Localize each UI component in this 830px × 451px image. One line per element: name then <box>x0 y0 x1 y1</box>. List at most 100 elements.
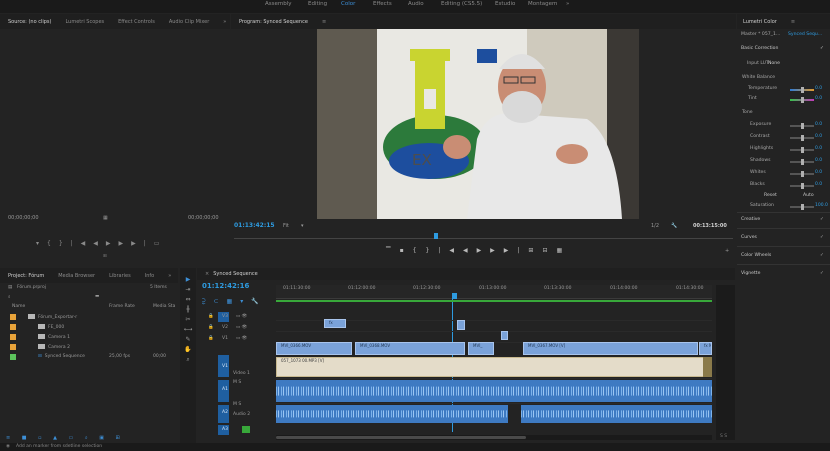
col-frame-rate[interactable]: Frame Rate <box>109 304 135 309</box>
list-item[interactable]: FE_000 <box>38 324 64 330</box>
new-bin-icon[interactable]: ▬ <box>95 294 99 299</box>
blacks-value[interactable]: 0.0 <box>815 182 822 187</box>
clip-v2[interactable] <box>457 320 465 330</box>
contrast-value[interactable]: 0.0 <box>815 134 822 139</box>
audio-track-controls[interactable]: M S <box>233 380 241 385</box>
tab-effect-controls[interactable]: Effect Controls <box>118 19 155 25</box>
sync-lock-icon[interactable] <box>242 426 250 433</box>
white-balance-header[interactable]: White Balance <box>742 75 775 80</box>
program-menu-icon[interactable]: ≡ <box>322 19 326 25</box>
workspace-montagem[interactable]: Montagem <box>528 1 557 7</box>
tab-overflow[interactable]: » <box>223 19 226 25</box>
basic-correction-header[interactable]: Basic Correction <box>741 46 778 51</box>
audio-clip-a2[interactable] <box>521 405 712 423</box>
close-icon[interactable]: × <box>205 271 209 277</box>
workspace-audio[interactable]: Audio <box>408 1 424 7</box>
fit-dropdown-icon[interactable]: ▾ <box>301 223 304 229</box>
tab-synced-sequence[interactable]: Synced Sequence <box>213 271 258 277</box>
tab-audio-clip-mixer[interactable]: Audio Clip Mixer <box>169 19 209 25</box>
add-button-icon[interactable]: + <box>725 248 729 254</box>
basic-correction-check-icon[interactable]: ✓ <box>820 46 824 51</box>
timeline-tools[interactable]: ⥻⊂▦▾🔧 <box>202 298 267 306</box>
tab-overflow[interactable]: » <box>168 273 171 279</box>
lumetri-master-label[interactable]: Master * 057_1... <box>741 32 780 37</box>
list-item[interactable]: Camera 2 <box>38 344 70 350</box>
temperature-value[interactable]: 0.0 <box>815 86 822 91</box>
track-lock-icon[interactable]: 🔒 <box>208 336 214 341</box>
shadows-value[interactable]: 0.0 <box>815 158 822 163</box>
highlights-slider[interactable] <box>790 147 814 153</box>
curves-header[interactable]: Curves <box>741 235 757 240</box>
track-v1-label[interactable]: V1 <box>222 336 228 341</box>
whites-value[interactable]: 0.0 <box>815 170 822 175</box>
whites-slider[interactable] <box>790 171 814 177</box>
track-toggle-icons[interactable]: ▭ 👁 <box>236 336 247 341</box>
audio-clip-a1[interactable] <box>276 380 712 402</box>
timeline-timecode[interactable]: 01:12:42:16 <box>202 282 249 290</box>
exposure-slider[interactable] <box>790 123 814 129</box>
clip-v1[interactable]: MVI_ <box>468 342 494 355</box>
playhead[interactable] <box>434 233 438 239</box>
tab-source[interactable]: Source: (no clips) <box>8 19 51 25</box>
creative-header[interactable]: Creative <box>741 217 760 222</box>
clip-v1[interactable]: MVI_0367.MOV [V] <box>523 342 698 355</box>
tool-selection-icon[interactable]: ▶ <box>183 274 193 285</box>
tab-media-browser[interactable]: Media Browser <box>58 273 95 279</box>
exposure-value[interactable]: 0.0 <box>815 122 822 127</box>
source-extra-icon[interactable]: ⊞ <box>103 254 107 259</box>
blacks-slider[interactable] <box>790 183 814 189</box>
program-resolution[interactable]: 1/2 <box>651 223 659 229</box>
track-a3-label[interactable]: A3 <box>222 427 228 432</box>
work-area-bar[interactable] <box>276 300 712 302</box>
tone-header[interactable]: Tone <box>742 110 753 115</box>
saturation-value[interactable]: 100.0 <box>815 203 828 208</box>
tint-value[interactable]: 0.0 <box>815 96 822 101</box>
workspace-assembly[interactable]: Assembly <box>265 1 292 7</box>
highlights-value[interactable]: 0.0 <box>815 146 822 151</box>
clip-v1[interactable]: MVI_0366.MOV <box>276 342 352 355</box>
track-a1-label[interactable]: A1 <box>222 387 228 392</box>
tint-slider[interactable] <box>790 97 814 103</box>
vignette-header[interactable]: Vignette <box>741 271 760 276</box>
meter-solo-buttons[interactable]: S S <box>720 434 727 439</box>
track-a2-label[interactable]: A2 <box>222 410 228 415</box>
scroll-thumb[interactable] <box>276 436 526 439</box>
tab-lumetri-scopes[interactable]: Lumetri Scopes <box>65 19 104 25</box>
audio-track-controls[interactable]: M S <box>233 402 241 407</box>
track-lock-icon[interactable]: 🔒 <box>208 325 214 330</box>
col-name[interactable]: Name <box>12 304 25 309</box>
color-wheels-check-icon[interactable]: ✓ <box>820 253 824 258</box>
tab-libraries[interactable]: Libraries <box>109 273 131 279</box>
program-transport-controls[interactable]: ▔▪{}|◀◀▶▶▶|⊞⊟▦ <box>386 247 571 254</box>
workspace-editing[interactable]: Editing <box>308 1 327 7</box>
temperature-slider[interactable] <box>790 87 814 93</box>
tab-lumetri-color[interactable]: Lumetri Color <box>743 19 777 25</box>
track-v2-label[interactable]: V2 <box>222 325 228 330</box>
source-transport-controls[interactable]: ▾{}|◀◀▶▶▶|▭ <box>36 240 167 247</box>
program-scrubber[interactable] <box>234 233 733 239</box>
list-item[interactable]: Camera 1 <box>38 334 70 340</box>
tools-list[interactable]: ⇥ ⇔ ╫ ✂ ⟷ ✎ ✋ ⌕ <box>183 285 193 365</box>
project-footer-tools[interactable]: ≡ ■ ▫ ▲ ▭ ⌕ ▣ ⊞ <box>6 435 125 441</box>
lumetri-sequence-label[interactable]: Synced Sequ... <box>788 32 822 37</box>
col-media-start[interactable]: Media Sta <box>153 304 175 309</box>
shadows-slider[interactable] <box>790 159 814 165</box>
saturation-slider[interactable] <box>790 204 814 210</box>
track-lock-icon[interactable]: 🔒 <box>208 314 214 319</box>
timeline-scrollbar[interactable] <box>276 435 712 440</box>
track-v1-target[interactable]: V1 <box>222 364 228 369</box>
clip-v1[interactable]: MVI_0368.MOV <box>355 342 465 355</box>
track-v3-label[interactable]: V3 <box>222 314 228 319</box>
tab-project[interactable]: Project: Fórum <box>8 273 44 279</box>
lumetri-menu-icon[interactable]: ≡ <box>791 19 795 25</box>
vignette-check-icon[interactable]: ✓ <box>820 271 824 276</box>
wrench-icon[interactable]: 🔧 <box>671 223 677 229</box>
program-fit-select[interactable]: Fit <box>283 223 289 229</box>
color-wheels-header[interactable]: Color Wheels <box>741 253 771 258</box>
search-icon[interactable]: ⌕ <box>8 294 11 300</box>
track-toggle-icons[interactable]: ▭ 👁 <box>236 314 247 319</box>
time-ruler[interactable]: 01:11:30:00 01:12:00:00 01:12:30:00 01:1… <box>276 285 712 299</box>
contrast-slider[interactable] <box>790 135 814 141</box>
auto-button[interactable]: Auto <box>803 193 814 198</box>
workspace-color[interactable]: Color <box>341 1 355 7</box>
